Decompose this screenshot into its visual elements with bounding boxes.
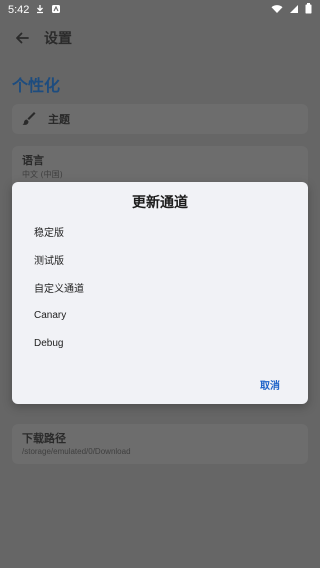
download-icon (35, 4, 45, 17)
app-badge-icon (51, 4, 61, 17)
status-time: 5:42 (8, 4, 30, 16)
setting-language-value: 中文 (中国) (22, 170, 63, 179)
app-bar: 设置 (0, 20, 320, 56)
setting-theme-label: 主题 (48, 113, 70, 126)
setting-download-path[interactable]: 下载路径 /storage/emulated/0/Download (12, 424, 308, 464)
setting-theme[interactable]: 主题 (12, 104, 308, 134)
section-title: 个性化 (12, 76, 61, 95)
status-left: 5:42 (8, 4, 61, 17)
setting-language-title: 语言 (22, 154, 44, 167)
setting-download-value: /storage/emulated/0/Download (22, 447, 131, 456)
channel-option-beta[interactable]: 测试版 (34, 252, 64, 267)
channel-option-canary[interactable]: Canary (34, 310, 66, 321)
cancel-button[interactable]: 取消 (260, 377, 280, 392)
status-right (271, 3, 312, 17)
signal-icon (289, 4, 299, 17)
dialog-title: 更新通道 (132, 195, 188, 211)
wifi-icon (271, 4, 283, 17)
channel-option-custom[interactable]: 自定义通道 (34, 280, 84, 295)
setting-download-title: 下载路径 (22, 432, 66, 445)
status-bar: 5:42 (0, 0, 320, 20)
battery-icon (305, 3, 312, 17)
page-title: 设置 (44, 31, 72, 47)
update-channel-dialog: 更新通道 稳定版 测试版 自定义通道 Canary Debug 取消 (12, 182, 308, 404)
channel-option-debug[interactable]: Debug (34, 338, 63, 349)
channel-option-stable[interactable]: 稳定版 (34, 224, 64, 239)
arrow-left-icon[interactable] (12, 28, 32, 48)
brush-icon (22, 111, 38, 127)
